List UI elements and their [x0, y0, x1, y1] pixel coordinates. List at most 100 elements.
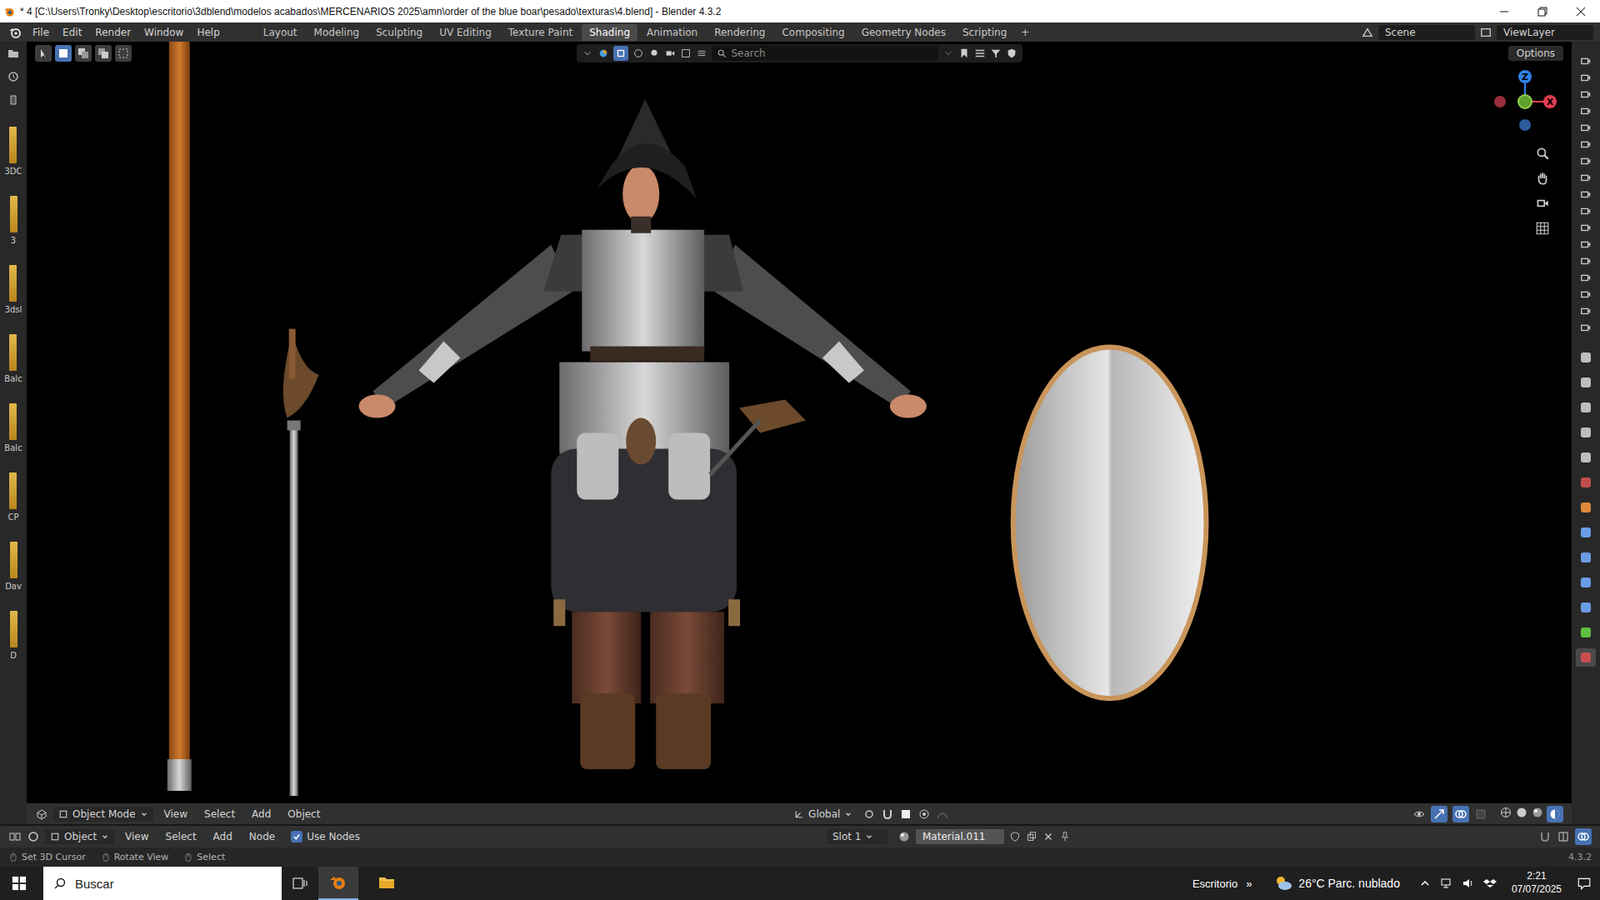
xray-icon[interactable]: [1474, 807, 1488, 821]
camera-view-icon[interactable]: [1535, 195, 1550, 211]
file-item[interactable]: D: [10, 610, 18, 660]
shader-type-dropdown[interactable]: Object: [45, 829, 115, 845]
node-menu-item[interactable]: Add: [207, 829, 239, 845]
rendered-shading-icon[interactable]: [1546, 805, 1564, 823]
workspace-tab[interactable]: Compositing: [774, 24, 852, 41]
file-item[interactable]: 3: [10, 195, 18, 245]
file-item[interactable]: 3dsl: [5, 265, 23, 315]
select-new-icon[interactable]: [55, 45, 72, 62]
notifications-icon[interactable]: [1576, 875, 1592, 891]
properties-tab[interactable]: [1575, 498, 1596, 517]
viewport-menu-item[interactable]: Select: [198, 806, 241, 822]
close-icon[interactable]: [1561, 0, 1600, 23]
camera-icon[interactable]: [1580, 255, 1592, 267]
camera-icon[interactable]: [1580, 288, 1592, 300]
camera-icon[interactable]: [1580, 155, 1592, 167]
scene-field[interactable]: Scene: [1378, 25, 1475, 40]
editor-type-icon[interactable]: [35, 807, 49, 821]
shader-type-icon[interactable]: [26, 830, 40, 844]
unlink-icon[interactable]: [1042, 830, 1055, 843]
blender-menu-icon[interactable]: [8, 25, 22, 40]
shield-icon[interactable]: [1005, 47, 1018, 60]
properties-tab[interactable]: [1575, 448, 1596, 467]
camera-icon[interactable]: [1580, 271, 1592, 284]
file-item[interactable]: Balc: [4, 403, 22, 453]
camera-icon[interactable]: [1580, 238, 1592, 250]
list-view-icon[interactable]: [6, 93, 20, 107]
orientation-dropdown[interactable]: Global: [789, 806, 858, 822]
minimize-icon[interactable]: [1485, 0, 1524, 23]
camera-icon[interactable]: [1580, 305, 1592, 317]
camera-icon[interactable]: [1580, 138, 1592, 150]
checkbox-box[interactable]: [290, 830, 303, 843]
camera-icon[interactable]: [1580, 221, 1592, 234]
workspace-tab[interactable]: Sculpting: [368, 24, 430, 41]
file-item[interactable]: Balc: [4, 334, 22, 384]
tool-select-icon[interactable]: [35, 45, 52, 62]
use-nodes-checkbox[interactable]: Use Nodes: [290, 830, 360, 843]
material-shading-icon[interactable]: [1530, 805, 1545, 820]
all-types-icon[interactable]: [597, 47, 610, 60]
properties-tab[interactable]: [1575, 623, 1596, 642]
solid-shading-icon[interactable]: [1515, 805, 1529, 820]
pivot-icon[interactable]: [862, 807, 876, 821]
viewport-menu-item[interactable]: View: [158, 806, 194, 822]
volume-icon[interactable]: [1461, 876, 1475, 890]
workspace-tab[interactable]: Modeling: [306, 24, 368, 41]
snap-icon[interactable]: [880, 807, 895, 821]
gizmo-axis[interactable]: X: [1543, 95, 1557, 109]
blender-taskbar-button[interactable]: [318, 866, 359, 900]
properties-tab[interactable]: [1575, 348, 1596, 367]
fake-user-icon[interactable]: [1009, 830, 1021, 843]
overlay-toggle-icon[interactable]: [1452, 805, 1470, 823]
duplicate-icon[interactable]: [1025, 830, 1038, 843]
node-overlay-icon[interactable]: [1575, 828, 1592, 845]
camera-filter-icon[interactable]: [664, 47, 676, 60]
weather-widget[interactable]: 26°C Parc. nublado: [1273, 873, 1400, 894]
other-filter-icon[interactable]: [695, 47, 708, 60]
menu-item[interactable]: Render: [89, 25, 137, 40]
viewport-menu-item[interactable]: Add: [245, 806, 277, 822]
restore-icon[interactable]: [1523, 0, 1562, 23]
gizmo-toggle-icon[interactable]: [1430, 805, 1448, 823]
mode-dropdown[interactable]: Object Mode: [53, 806, 154, 822]
camera-icon[interactable]: [1580, 55, 1592, 67]
dropbox-icon[interactable]: [1483, 876, 1497, 890]
file-item[interactable]: 3DC: [4, 126, 22, 176]
workspace-tab[interactable]: Rendering: [706, 24, 773, 41]
material-browse-icon[interactable]: [897, 830, 911, 844]
options-button[interactable]: Options: [1508, 45, 1564, 61]
workspace-tab[interactable]: UV Editing: [431, 24, 500, 41]
properties-tab[interactable]: [1575, 398, 1596, 417]
properties-tab[interactable]: [1575, 648, 1596, 667]
hand-icon[interactable]: [1535, 170, 1550, 186]
workspace-tab[interactable]: Geometry Nodes: [854, 24, 954, 41]
pin-icon[interactable]: [1059, 830, 1071, 843]
network-icon[interactable]: [1440, 876, 1454, 890]
viewport-menu-item[interactable]: Object: [281, 806, 326, 822]
explorer-taskbar-button[interactable]: [366, 866, 407, 900]
curve-filter-icon[interactable]: [632, 47, 645, 60]
filter-icon[interactable]: [990, 47, 1002, 60]
select-extend-icon[interactable]: [75, 45, 92, 62]
menu-item[interactable]: Edit: [56, 25, 88, 40]
node-editor-icon[interactable]: [8, 830, 22, 844]
proportional-edit-icon[interactable]: [917, 807, 931, 821]
snap-icon[interactable]: [1538, 830, 1552, 844]
node-menu-item[interactable]: View: [119, 829, 155, 845]
camera-icon[interactable]: [1580, 171, 1592, 184]
snap-target-icon[interactable]: [899, 807, 913, 821]
navigation-gizmo[interactable]: ZX: [1490, 66, 1560, 137]
menu-item[interactable]: Help: [190, 25, 225, 40]
camera-icon[interactable]: [1580, 188, 1592, 200]
zoom-icon[interactable]: [1535, 145, 1550, 161]
tray-expand-icon[interactable]: [1418, 876, 1432, 890]
gizmo-axis[interactable]: Z: [1518, 70, 1532, 84]
properties-tab[interactable]: [1575, 573, 1596, 592]
properties-tab[interactable]: [1575, 373, 1596, 392]
wireframe-shading-icon[interactable]: [1499, 805, 1513, 820]
add-workspace-button[interactable]: +: [1015, 24, 1035, 41]
select-subtract-icon[interactable]: [95, 45, 112, 62]
file-browser-icon[interactable]: [6, 46, 20, 60]
workspace-tab[interactable]: Shading: [581, 24, 638, 41]
